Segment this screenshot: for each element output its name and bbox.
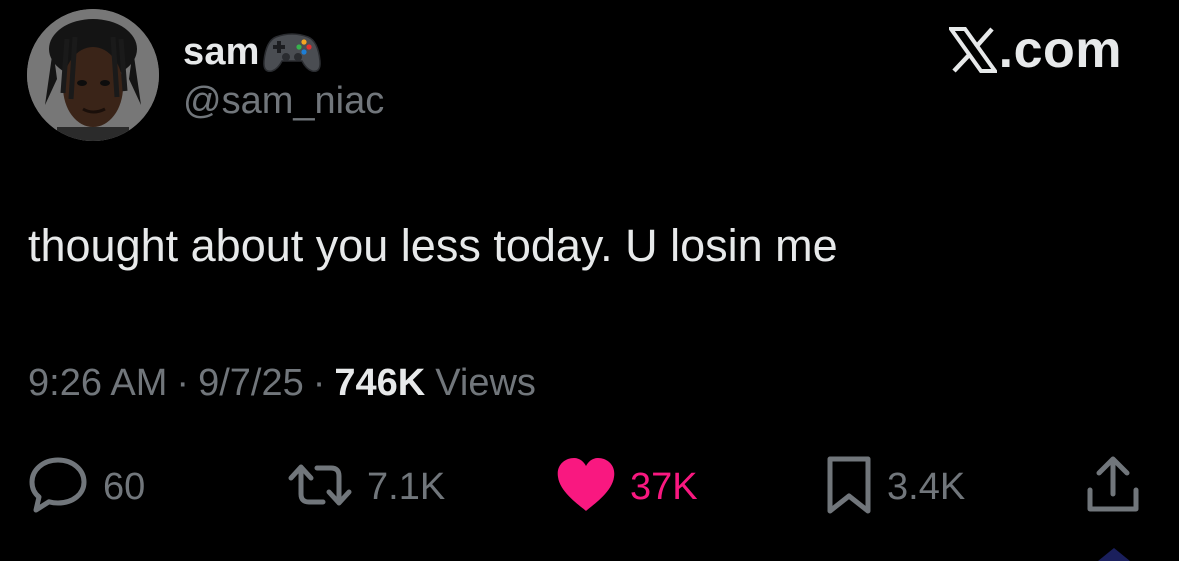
meta-separator: · <box>176 362 190 404</box>
like-count: 37K <box>630 465 698 508</box>
repost-icon <box>287 454 353 521</box>
brand-watermark: .com <box>946 20 1122 80</box>
tweet-date[interactable]: 9/7/25 <box>198 362 304 405</box>
corner-indicator <box>1098 548 1130 561</box>
brand-domain-text: .com <box>998 21 1122 79</box>
bookmark-count: 3.4K <box>887 465 966 508</box>
bookmark-icon <box>825 454 873 521</box>
tweet-time[interactable]: 9:26 AM <box>28 362 167 405</box>
repost-count: 7.1K <box>367 465 446 508</box>
reply-icon <box>27 454 89 521</box>
heart-icon <box>556 457 616 518</box>
share-button[interactable] <box>1085 452 1141 522</box>
reply-count: 60 <box>103 465 146 508</box>
reply-button[interactable]: 60 <box>27 452 145 522</box>
tweet-meta: 9:26 AM · 9/7/25 · 746K Views <box>28 362 536 405</box>
avatar-photo <box>27 9 159 141</box>
like-button[interactable]: 37K <box>556 452 698 522</box>
author-handle[interactable]: @sam_niac <box>183 80 384 123</box>
x-logo-icon <box>946 27 999 73</box>
video-game-controller-icon <box>262 27 322 77</box>
tweet-text: thought about you less today. U losin me <box>28 220 838 271</box>
meta-separator: · <box>312 362 326 404</box>
author-name-row[interactable]: sam <box>183 24 322 80</box>
action-bar: 60 7.1K 37K 3.4K <box>0 452 1179 522</box>
share-icon <box>1085 454 1141 521</box>
views-count: 746K <box>334 362 426 404</box>
bookmark-button[interactable]: 3.4K <box>825 452 965 522</box>
repost-button[interactable]: 7.1K <box>287 452 445 522</box>
views-label: Views <box>435 362 536 404</box>
author-display-name[interactable]: sam <box>183 31 260 74</box>
avatar[interactable] <box>27 9 159 141</box>
